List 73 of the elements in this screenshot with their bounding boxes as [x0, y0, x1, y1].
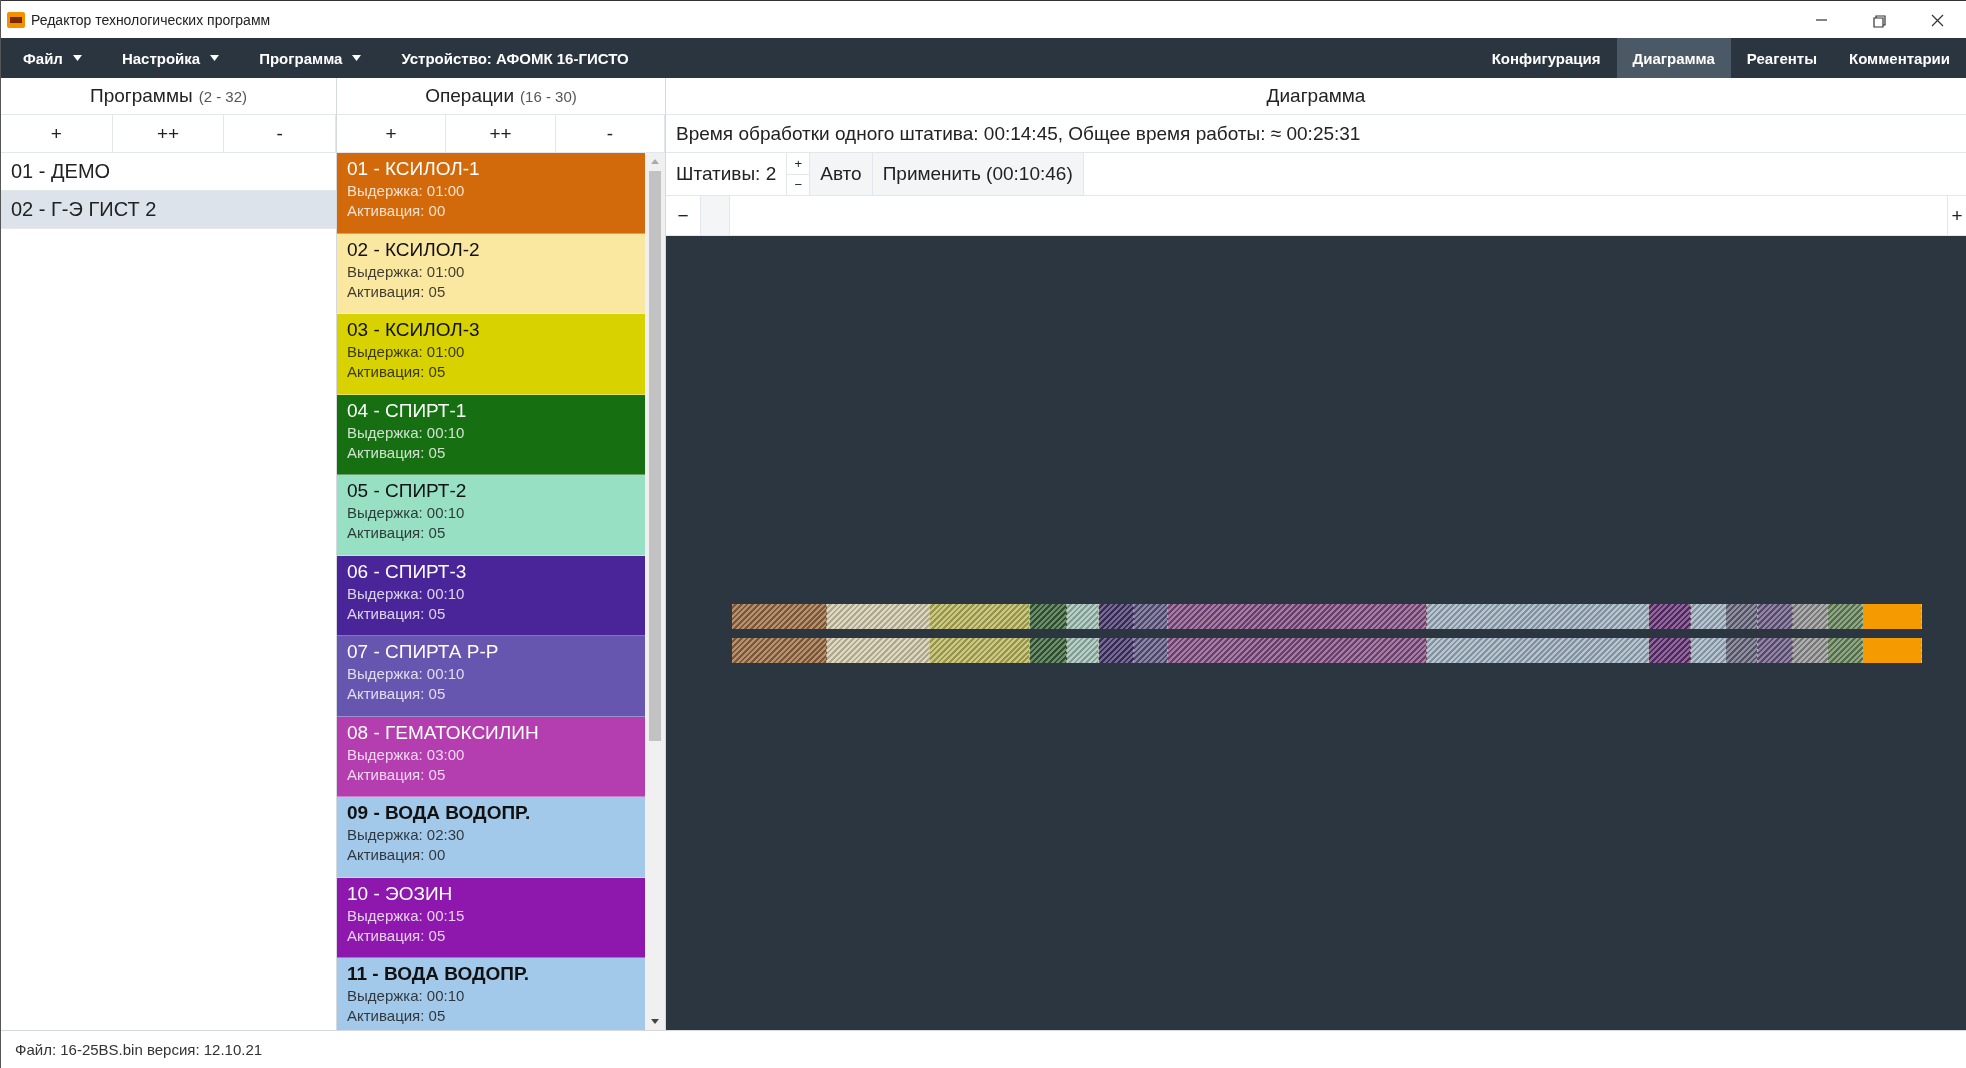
- menu-item[interactable]: Настройка: [99, 38, 238, 78]
- hold-time: Выдержка: 01:00: [347, 261, 466, 282]
- scrollbar-thumb[interactable]: [649, 171, 661, 741]
- menu-item[interactable]: Файл: [1, 38, 100, 78]
- operation-name: 06 - СПИРТ-3: [347, 559, 468, 584]
- tab[interactable]: Реагенты: [1730, 38, 1833, 78]
- operation-card[interactable]: 08 - ГЕМАТОКСИЛИН Выдержка: 03:00 Активация: 05: [337, 716, 645, 797]
- operation-name: 09 - ВОДА ВОДОПР.: [347, 801, 532, 825]
- activation-count: Активация: 05: [347, 523, 447, 543]
- apply-button[interactable]: Применить (00:10:46): [872, 153, 1084, 195]
- activation-count: Активация: 00: [347, 201, 447, 221]
- activation-count: Активация: 05: [347, 442, 447, 463]
- menu-item[interactable]: Устройство: АФОМК 16-ГИСТО: [379, 38, 647, 78]
- operation-card[interactable]: 11 - ВОДА ВОДОПР. Выдержка: 00:10 Активация: 05: [337, 958, 645, 1030]
- racks-label: Штативы: 2: [675, 162, 778, 186]
- activation-count: Активация: 05: [347, 1006, 447, 1026]
- caret-icon: [72, 55, 82, 61]
- hold-time: Выдержка: 01:00: [347, 181, 466, 201]
- count-label: (2 - 32): [198, 87, 247, 105]
- operation-card[interactable]: 03 - КСИЛОЛ-3 Выдержка: 01:00 Активация: 05: [337, 314, 645, 395]
- program-item[interactable]: 02 - Г-Э ГИСТ 2: [1, 191, 336, 229]
- hold-time: Выдержка: 01:00: [347, 342, 466, 362]
- activation-count: Активация: 05: [347, 603, 447, 624]
- operation-name: 03 - КСИЛОЛ-3: [347, 318, 481, 342]
- operation-card[interactable]: 04 - СПИРТ-1 Выдержка: 00:10 Активация: 05: [337, 394, 645, 475]
- operation-name: 07 - СПИРТА Р-Р: [347, 640, 500, 664]
- window-title: Редактор технологических программ: [31, 11, 272, 28]
- panel-title: Программы: [90, 85, 193, 107]
- hold-time: Выдержка: 00:15: [347, 905, 466, 926]
- activation-count: Активация: 05: [347, 684, 447, 704]
- tab[interactable]: Диаграмма: [1616, 38, 1731, 78]
- activation-count: Активация: 05: [347, 281, 447, 302]
- caret-icon: [352, 55, 362, 61]
- hold-time: Выдержка: 03:00: [347, 744, 466, 765]
- stepper-button[interactable]: −: [787, 173, 810, 195]
- hold-time: Выдержка: 00:10: [347, 503, 466, 523]
- operation-name: 01 - КСИЛОЛ-1: [347, 157, 481, 181]
- operation-name: 08 - ГЕМАТОКСИЛИН: [347, 720, 540, 745]
- operation-card[interactable]: 06 - СПИРТ-3 Выдержка: 00:10 Активация: 05: [337, 555, 645, 636]
- status-text: Файл: 16-25BS.bin версия: 12.10.21: [15, 1041, 263, 1058]
- app-icon: [7, 10, 25, 29]
- panel-title: Операции: [425, 85, 515, 107]
- operation-card[interactable]: 07 - СПИРТА Р-Р Выдержка: 00:10 Активация: 05: [337, 636, 645, 717]
- operation-card[interactable]: 09 - ВОДА ВОДОПР. Выдержка: 02:30 Активация: 00: [337, 797, 645, 878]
- activation-count: Активация: 05: [347, 362, 447, 382]
- hold-time: Выдержка: 00:10: [347, 664, 466, 684]
- activation-count: Активация: 00: [347, 845, 447, 865]
- auto-button[interactable]: Авто: [810, 153, 873, 195]
- menu-item[interactable]: Программа: [237, 38, 380, 78]
- zoom-in-button[interactable]: +: [1947, 196, 1966, 235]
- operation-card[interactable]: 01 - КСИЛОЛ-1 Выдержка: 01:00 Активация: 00: [337, 153, 645, 234]
- operation-name: 05 - СПИРТ-2: [347, 479, 468, 503]
- tab[interactable]: Конфигурация: [1475, 38, 1617, 78]
- hold-time: Выдержка: 02:30: [347, 825, 466, 845]
- operation-card[interactable]: 10 - ЭОЗИН Выдержка: 00:15 Активация: 05: [337, 877, 645, 958]
- hold-time: Выдержка: 00:10: [347, 422, 466, 443]
- operation-name: 10 - ЭОЗИН: [347, 881, 454, 906]
- activation-count: Активация: 05: [347, 764, 447, 785]
- tab[interactable]: Комментарии: [1833, 38, 1966, 78]
- panel-title: Диаграмма: [666, 78, 1966, 115]
- zoom-slider-handle[interactable]: [701, 196, 730, 235]
- caret-icon: [210, 55, 220, 61]
- hold-time: Выдержка: 00:10: [347, 583, 466, 604]
- operation-name: 04 - СПИРТ-1: [347, 398, 468, 423]
- scrollbar[interactable]: [645, 153, 665, 1030]
- operation-card[interactable]: 05 - СПИРТ-2 Выдержка: 00:10 Активация: 05: [337, 475, 645, 556]
- activation-count: Активация: 05: [347, 925, 447, 946]
- count-label: (16 - 30): [520, 87, 577, 105]
- operation-name: 11 - ВОДА ВОДОПР.: [347, 962, 531, 986]
- hold-time: Выдержка: 00:10: [347, 986, 466, 1006]
- operation-card[interactable]: 02 - КСИЛОЛ-2 Выдержка: 01:00 Активация: 05: [337, 233, 645, 314]
- operation-name: 02 - КСИЛОЛ-2: [347, 237, 481, 262]
- stepper-button[interactable]: +: [787, 153, 810, 174]
